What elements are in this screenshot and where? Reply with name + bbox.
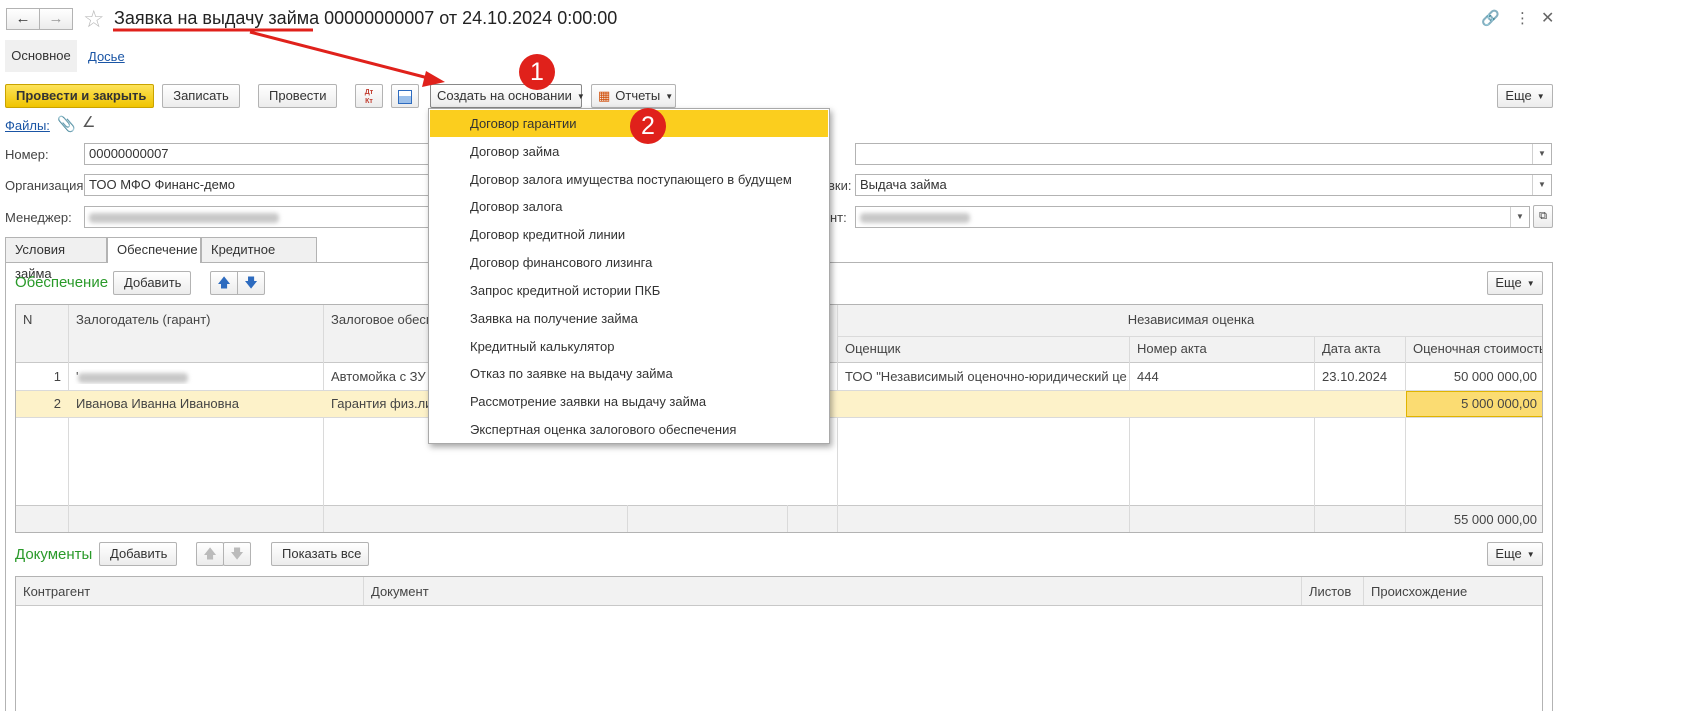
- arrow-head-icon: [422, 71, 445, 87]
- annotation-arrow: [249, 30, 433, 81]
- annotation-badge-1: 1: [519, 54, 555, 90]
- annotation-overlay: [113, 28, 445, 87]
- annotation-badge-2: 2: [630, 108, 666, 144]
